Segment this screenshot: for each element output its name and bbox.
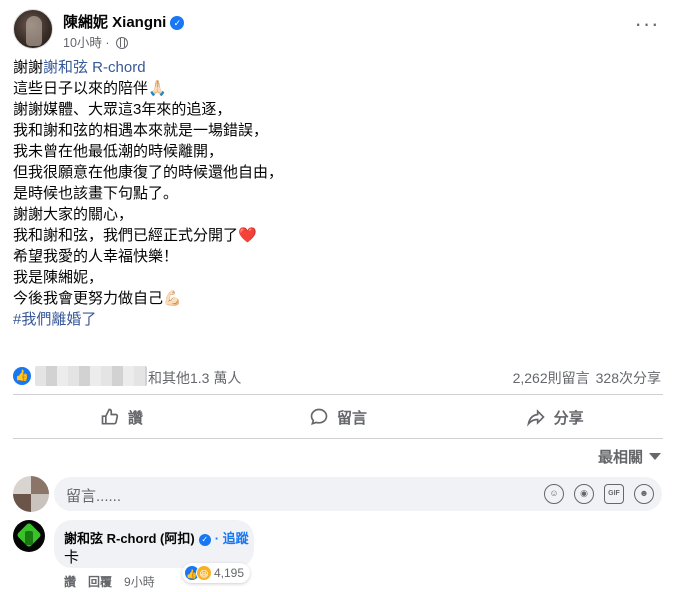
- post-line: 我和謝和弦，我們已經正式分開了❤️: [13, 227, 257, 244]
- comment-reply-link[interactable]: 回覆: [88, 575, 112, 589]
- post-header: 陳緗妮 Xiangni ✓ 10小時 · ···: [13, 9, 663, 53]
- author-name-row: 陳緗妮 Xiangni ✓: [63, 11, 185, 32]
- post-line: 今後我會更努力做自己💪🏻: [13, 290, 182, 307]
- author-avatar[interactable]: [13, 9, 53, 49]
- comment-input-placeholder: 留言......: [66, 488, 122, 505]
- comment-sort-dropdown[interactable]: 最相關: [598, 446, 661, 467]
- like-button[interactable]: 讚: [13, 398, 230, 436]
- commenter-name-row: 謝和弦 R-chord (阿扣) ✓ · 追蹤: [64, 528, 249, 547]
- divider: [13, 438, 663, 439]
- like-reaction-icon[interactable]: 👍: [13, 367, 31, 385]
- comment-bubble-icon: [310, 408, 328, 425]
- post-actions: 讚 留言 分享: [13, 398, 663, 436]
- hashtag-link[interactable]: #我們離婚了: [13, 309, 653, 330]
- share-label: 分享: [553, 409, 584, 427]
- composer-icons: ☺ ◉ GIF ☻: [544, 484, 654, 504]
- divider: [13, 394, 663, 395]
- post-line: 謝謝媒體、大眾這3年來的追逐，: [13, 101, 232, 118]
- post-text: 謝謝: [13, 59, 44, 76]
- comment-like-link[interactable]: 讚: [64, 575, 76, 589]
- gif-icon[interactable]: GIF: [604, 484, 624, 504]
- commenter-avatar[interactable]: [13, 520, 45, 552]
- comment-input[interactable]: 留言...... ☺ ◉ GIF ☻: [54, 477, 662, 511]
- post-line: 希望我愛的人幸福快樂！: [13, 248, 179, 265]
- comment-text: 卡: [64, 549, 80, 566]
- engagement-counts: 2,262則留言 328次分享: [513, 368, 661, 388]
- post-line: 謝謝大家的關心，: [13, 206, 134, 223]
- post-time[interactable]: 10小時: [63, 36, 102, 50]
- emoji-icon[interactable]: ☺: [544, 484, 564, 504]
- camera-icon[interactable]: ◉: [574, 484, 594, 504]
- comment-time[interactable]: 9小時: [124, 575, 155, 589]
- comment-reactions[interactable]: 👍 😆 4,195: [182, 563, 251, 583]
- post-line: 我和謝和弦的相遇本來就是一場錯誤，: [13, 122, 269, 139]
- globe-icon: [116, 37, 129, 49]
- post-line: 是時候也該畫下句點了。: [13, 185, 179, 202]
- tagged-user-link[interactable]: 謝和弦 R-chord: [43, 59, 146, 76]
- sticker-icon[interactable]: ☻: [634, 484, 654, 504]
- author-name[interactable]: 陳緗妮 Xiangni: [63, 14, 166, 31]
- reactions-summary: 👍 和其他1.3 萬人 2,262則留言 328次分享: [13, 366, 663, 388]
- reactions-count[interactable]: 和其他1.3 萬人: [148, 368, 241, 388]
- verified-badge-icon: ✓: [198, 534, 211, 546]
- post-meta: 10小時 ·: [63, 32, 129, 51]
- post-line: 謝謝謝和弦 R-chord: [13, 57, 653, 78]
- current-user-avatar[interactable]: [13, 476, 49, 512]
- post-line: 我是陳緗妮，: [13, 269, 104, 286]
- comment-label: 留言: [337, 409, 368, 427]
- comments-count[interactable]: 2,262則留言: [513, 370, 590, 386]
- blurred-names: [35, 366, 147, 386]
- comment-bubble: 謝和弦 R-chord (阿扣) ✓ · 追蹤 卡: [54, 520, 254, 568]
- comment-button[interactable]: 留言: [230, 398, 447, 436]
- post-body: 謝謝謝和弦 R-chord 這些日子以來的陪伴🙏🏻 謝謝媒體、大眾這3年來的追逐…: [13, 57, 653, 330]
- sort-label: 最相關: [597, 449, 643, 466]
- follow-link[interactable]: · 追蹤: [215, 531, 249, 546]
- commenter-name[interactable]: 謝和弦 R-chord (阿扣): [64, 531, 195, 546]
- post-line: 這些日子以來的陪伴🙏🏻: [13, 80, 167, 97]
- shares-count[interactable]: 328次分享: [596, 370, 661, 386]
- haha-reaction-icon: 😆: [196, 565, 212, 581]
- post-line: 但我很願意在他康復了的時候還他自由，: [13, 164, 284, 181]
- comment-reaction-count: 4,195: [214, 566, 245, 580]
- more-options-button[interactable]: ···: [631, 11, 663, 43]
- comment-actions: 讚回覆 9小時: [64, 573, 167, 590]
- thumbs-up-icon: [101, 408, 119, 425]
- like-label: 讚: [127, 409, 143, 427]
- share-arrow-icon: [526, 409, 545, 427]
- caret-down-icon: [649, 453, 661, 460]
- share-button[interactable]: 分享: [446, 398, 663, 436]
- verified-badge-icon: ✓: [170, 16, 185, 30]
- post-line: 我未曾在他最低潮的時候離開，: [13, 143, 224, 160]
